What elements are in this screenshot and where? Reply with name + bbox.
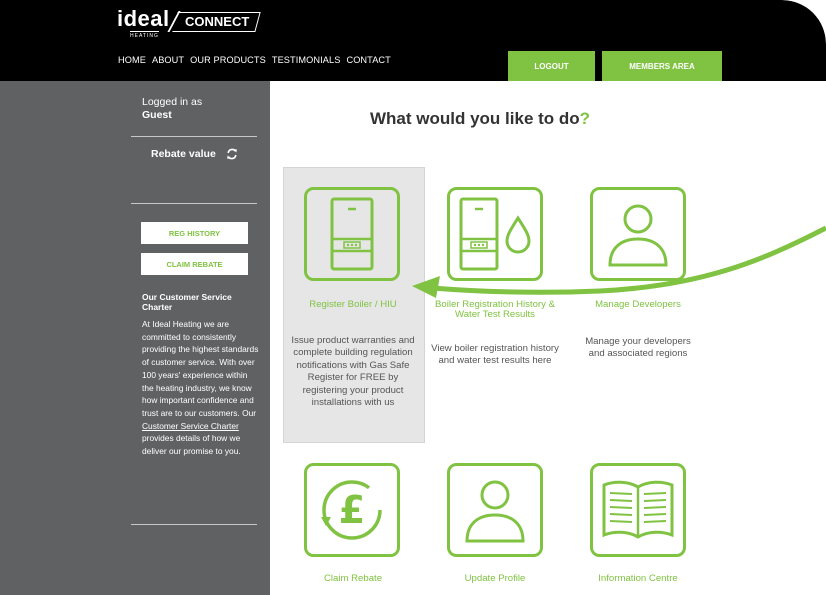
pound-rebate-icon[interactable]: £ (304, 463, 400, 557)
reg-history-button[interactable]: REG HISTORY (141, 222, 248, 244)
site-header: ideal HEATING CONNECT HOME ABOUT OUR PRO… (0, 0, 826, 81)
rebate-value: Rebate value (151, 148, 238, 160)
logo-connect-text: CONNECT (185, 14, 250, 29)
tile-update-profile-label[interactable]: Update Profile (425, 574, 565, 584)
sidebar-divider (131, 136, 257, 137)
ideal-connect-logo[interactable]: ideal HEATING CONNECT (117, 6, 267, 40)
book-icon[interactable] (590, 463, 686, 557)
logout-button[interactable]: LOGOUT (508, 51, 595, 81)
boiler-icon[interactable] (304, 187, 400, 281)
app-frame: ideal HEATING CONNECT HOME ABOUT OUR PRO… (0, 0, 826, 595)
nav-our-products[interactable]: OUR PRODUCTS (190, 55, 266, 65)
charter-text-part1: At Ideal Heating we are committed to con… (142, 319, 259, 418)
tile-boiler-history-desc: View boiler registration history and wat… (431, 343, 559, 367)
tile-manage-developers-label[interactable]: Manage Developers (568, 300, 708, 310)
refresh-icon[interactable] (226, 148, 238, 160)
logged-in-user: Guest (142, 109, 172, 121)
nav-about[interactable]: ABOUT (152, 55, 184, 65)
charter-text-part2: provides details of how we deliver our p… (142, 433, 241, 457)
sidebar: Logged in as Guest Rebate value REG HIST… (0, 81, 270, 595)
tile-register-boiler-desc: Issue product warranties and complete bu… (291, 335, 415, 409)
page-title: What would you like to do? (370, 109, 590, 129)
nav-contact[interactable]: CONTACT (346, 55, 390, 65)
sidebar-divider (131, 203, 257, 204)
sidebar-divider (131, 524, 257, 525)
logo-subtitle: HEATING (130, 31, 159, 39)
members-area-button[interactable]: MEMBERS AREA (602, 51, 722, 81)
charter-link[interactable]: Customer Service Charter (142, 421, 239, 431)
logged-in-label: Logged in as (142, 96, 203, 108)
svg-text:£: £ (339, 488, 365, 532)
claim-rebate-button[interactable]: CLAIM REBATE (141, 253, 248, 275)
tile-information-centre-label[interactable]: Information Centre (568, 574, 708, 584)
tile-register-boiler-label[interactable]: Register Boiler / HIU (283, 300, 423, 310)
tile-boiler-history-label[interactable]: Boiler Registration History & Water Test… (425, 300, 565, 320)
main-nav: HOME ABOUT OUR PRODUCTS TESTIMONIALS CON… (118, 55, 391, 65)
logo-connect-badge: CONNECT (172, 12, 261, 32)
user-icon[interactable] (447, 463, 543, 557)
rebate-label: Rebate value (151, 148, 216, 160)
tile-claim-rebate-label[interactable]: Claim Rebate (283, 574, 423, 584)
logo-wordmark: ideal (117, 6, 170, 31)
tile-manage-developers-desc: Manage your developers and associated re… (585, 336, 691, 360)
charter-text: At Ideal Heating we are committed to con… (142, 318, 260, 458)
nav-testimonials[interactable]: TESTIMONIALS (272, 55, 341, 65)
boiler-water-icon[interactable] (447, 187, 543, 281)
page-title-mark: ? (579, 109, 591, 128)
user-icon[interactable] (590, 187, 686, 281)
charter-title: Our Customer Service Charter (142, 292, 232, 312)
page-title-text: What would you like to do (370, 109, 580, 128)
nav-home[interactable]: HOME (118, 55, 146, 65)
